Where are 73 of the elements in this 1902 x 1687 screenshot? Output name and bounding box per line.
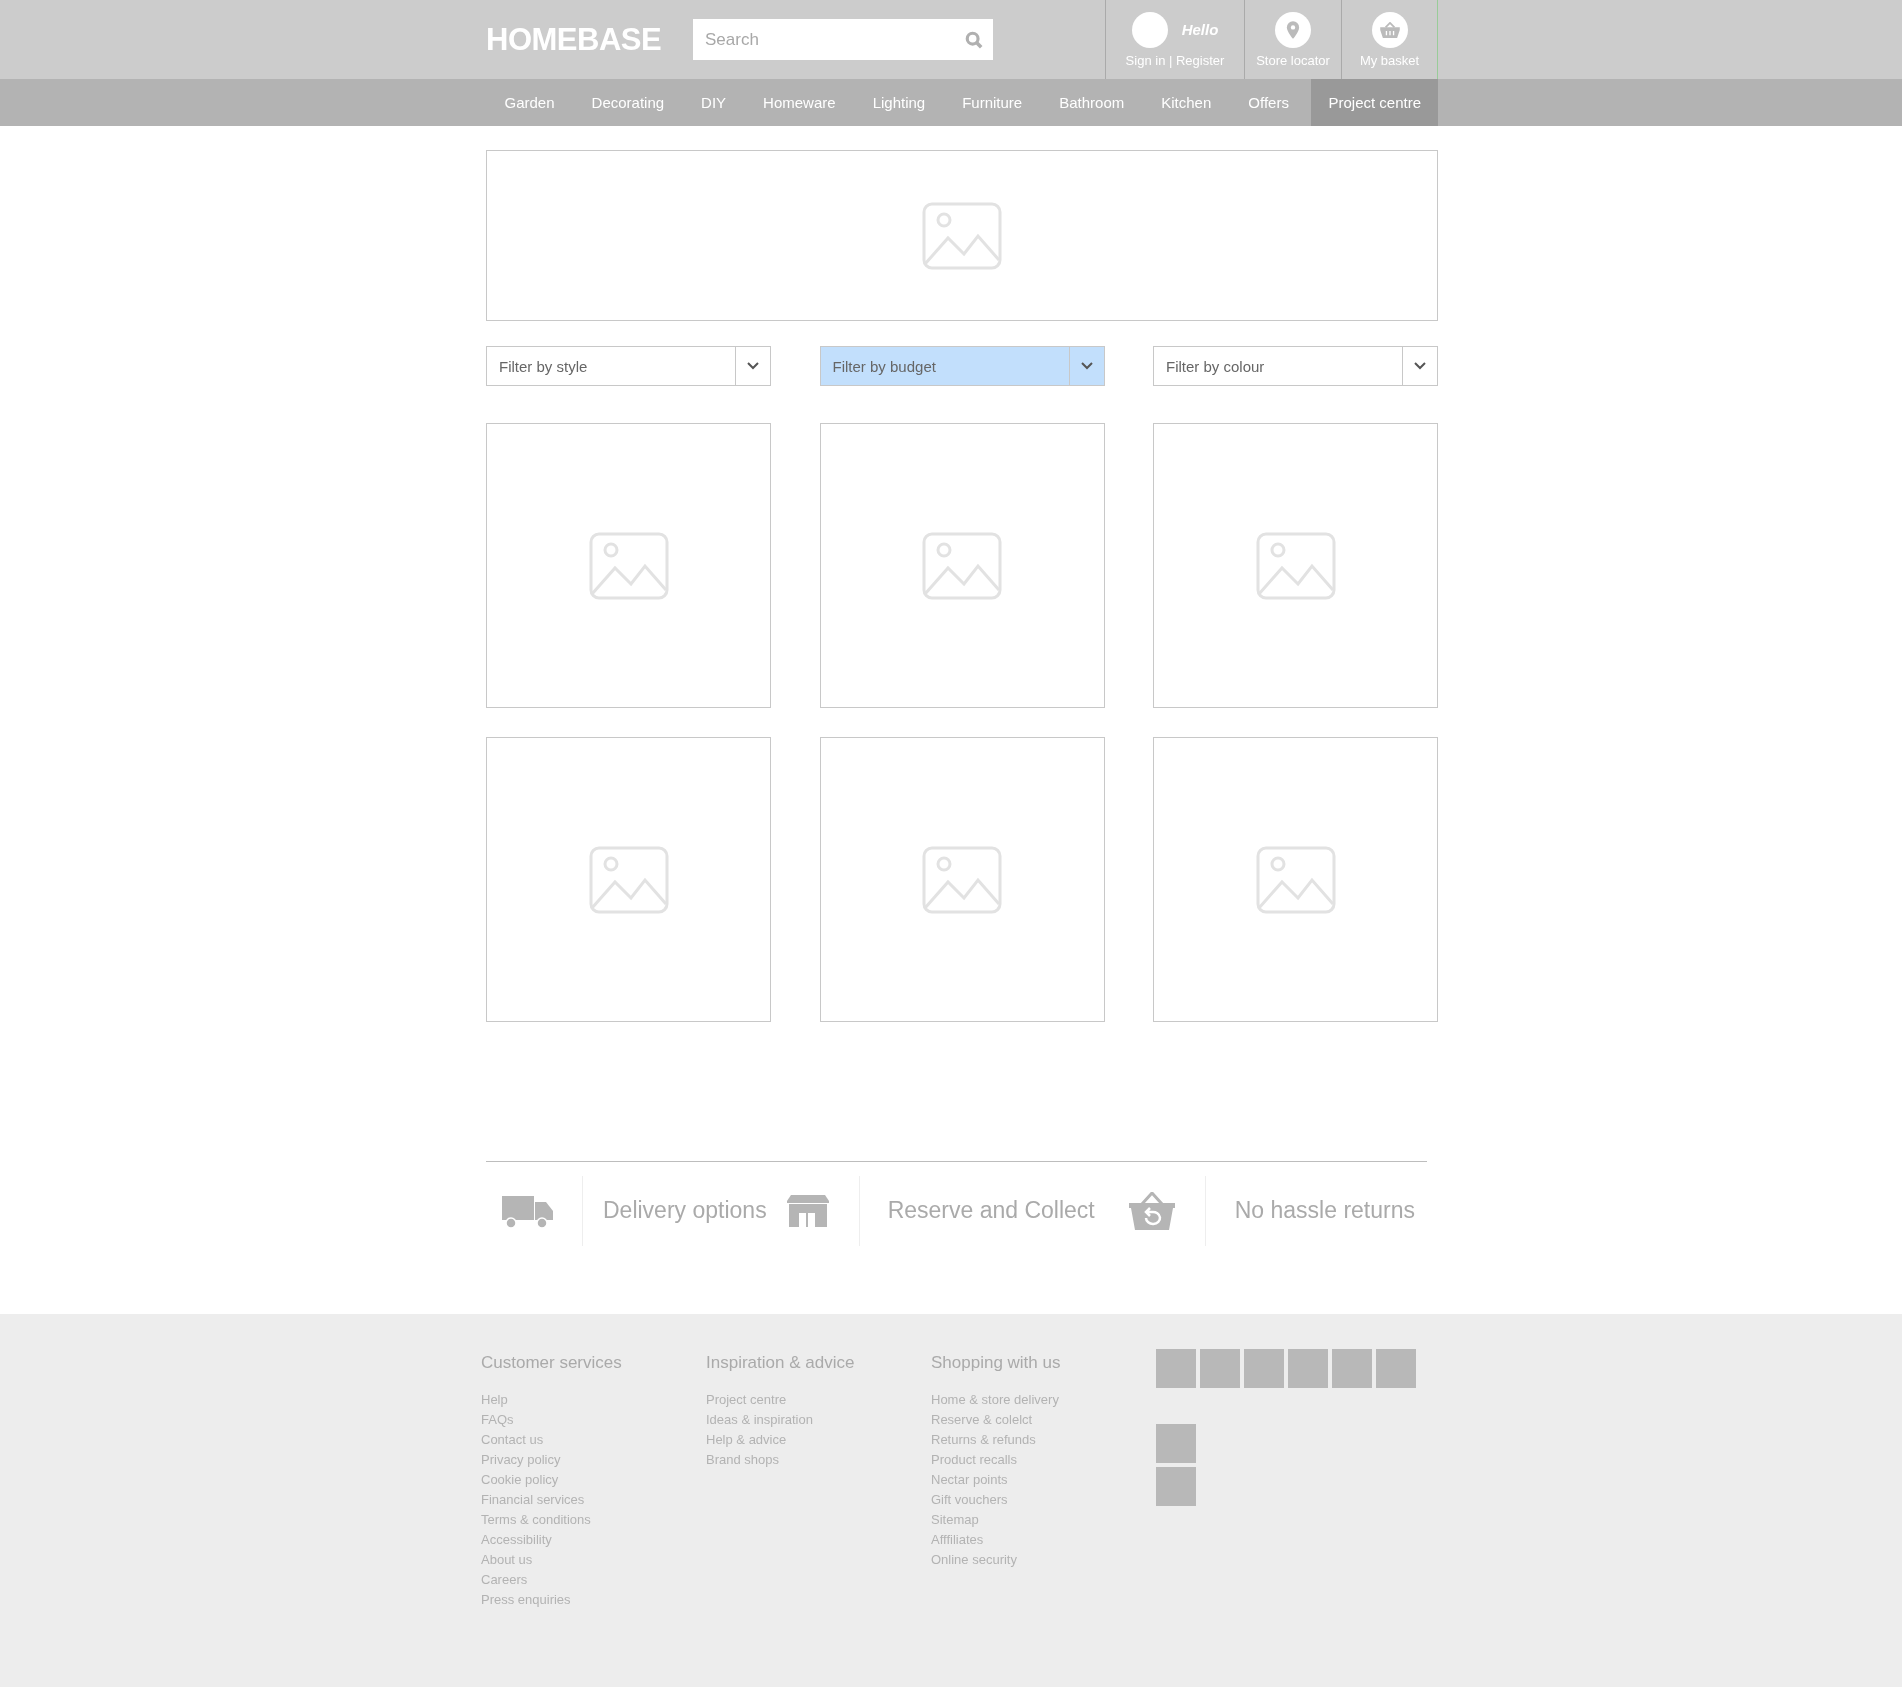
footer-link[interactable]: Afffiliates [931,1530,1156,1550]
footer-link[interactable]: Privacy policy [481,1450,706,1470]
service-label[interactable]: No hassle returns [1234,1197,1415,1224]
basket-icon[interactable] [1371,11,1408,48]
product-tile[interactable] [819,737,1105,1022]
logo-placeholder [1200,1349,1240,1388]
footer-link[interactable]: Press enquiries [481,1590,706,1610]
logo-placeholder [1156,1424,1196,1463]
filter-dropdown[interactable]: Filter by budget [819,346,1105,386]
logo-placeholder [1376,1349,1416,1388]
product-tile[interactable] [819,423,1105,708]
footer-link[interactable]: Terms & conditions [481,1510,706,1530]
image-placeholder-icon [1255,531,1336,600]
chevron-down-icon [1414,362,1426,370]
filter-dropdown[interactable]: Filter by colour [1153,346,1438,386]
search-field[interactable]: Search [693,19,993,60]
nav-tab[interactable]: Furniture [943,79,1041,126]
shop-icon [786,1194,829,1227]
nav-tab[interactable]: Kitchen [1142,79,1230,126]
nav-tab[interactable]: Lighting [854,79,944,126]
nav-tab[interactable]: Bathroom [1040,79,1143,126]
logo-placeholder [1156,1349,1196,1388]
image-placeholder-icon [922,201,1002,270]
footer-heading: Shopping with us [931,1353,1062,1373]
logo-placeholder [1244,1349,1284,1388]
avatar-icon [1131,11,1168,48]
product-tile[interactable] [486,423,771,708]
footer-link[interactable]: Cookie policy [481,1470,706,1490]
image-placeholder-icon [588,531,669,600]
footer-link[interactable]: Help [481,1390,706,1410]
footer-link[interactable]: Accessibility [481,1530,706,1550]
footer-link[interactable]: Product recalls [931,1450,1156,1470]
chevron-down-icon [747,362,759,370]
image-placeholder-icon [922,531,1002,600]
footer-heading: Inspiration & advice [706,1353,856,1373]
footer-heading: Customer services [481,1353,623,1373]
footer-link[interactable]: Careers [481,1570,706,1590]
footer-link[interactable]: Returns & refunds [931,1430,1156,1450]
logo-placeholder [1288,1349,1328,1388]
footer-link[interactable]: Project centre [706,1390,931,1410]
nav-tab[interactable]: DIY [682,79,745,126]
image-placeholder-icon [588,845,669,914]
image-placeholder-icon [1255,845,1336,914]
footer-link[interactable]: Sitemap [931,1510,1156,1530]
product-tile[interactable] [486,737,771,1022]
footer-link[interactable]: Reserve & colelct [931,1410,1156,1430]
location-pin-icon[interactable] [1275,11,1311,48]
footer-link[interactable]: FAQs [481,1410,706,1430]
nav-tab[interactable]: Homeware [744,79,855,126]
search-icon[interactable] [965,31,983,49]
basket-icon [1128,1191,1175,1230]
truck-icon [502,1193,554,1228]
nav-tab[interactable]: Offers [1229,79,1308,126]
service-label[interactable]: Reserve and Collect [887,1197,1095,1224]
footer-link[interactable]: Home & store delivery [931,1390,1156,1410]
footer-link[interactable]: Help & advice [706,1430,931,1450]
footer-link[interactable]: Brand shops [706,1450,931,1470]
footer-link[interactable]: Online security [931,1550,1156,1570]
chevron-down-icon [1080,362,1093,370]
logo-placeholder [1332,1349,1372,1388]
footer-link[interactable]: Financial services [481,1490,706,1510]
footer-link[interactable]: Gift vouchers [931,1490,1156,1510]
nav-tab[interactable]: Decorating [573,79,683,126]
service-label[interactable]: Delivery options [603,1197,767,1224]
product-tile[interactable] [1153,423,1438,708]
footer-link[interactable]: Ideas & inspiration [706,1410,931,1430]
nav-tab[interactable]: Project centre [1311,79,1438,126]
nav-tab[interactable]: Garden [486,79,574,126]
image-placeholder-icon [922,845,1002,914]
filter-dropdown[interactable]: Filter by style [486,346,771,386]
footer-link[interactable]: Nectar points [931,1470,1156,1490]
logo-placeholder [1156,1467,1196,1506]
product-tile[interactable] [1153,737,1438,1022]
